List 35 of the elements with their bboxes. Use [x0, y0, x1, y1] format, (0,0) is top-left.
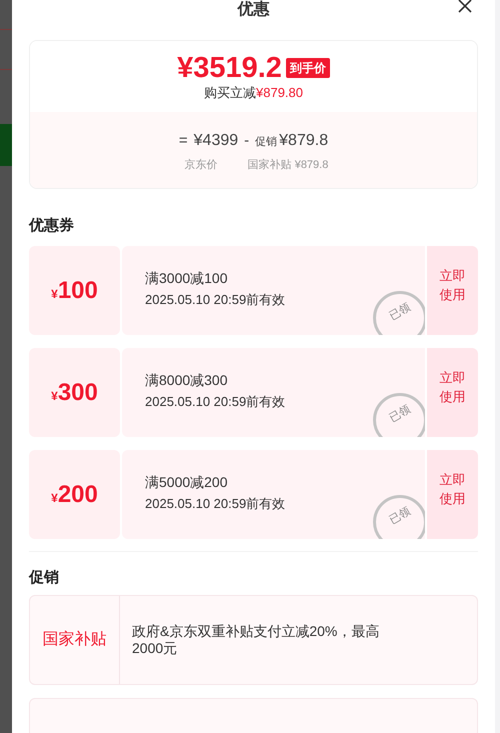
stamp-text: 已领: [386, 300, 414, 325]
use-now-button[interactable]: 立即使用: [427, 450, 478, 539]
math-symbol: -: [244, 131, 250, 151]
promotion-tag: 国家补贴: [42, 628, 106, 652]
sheet-title: 优惠: [238, 1, 270, 19]
section-title: 促销: [29, 568, 60, 588]
math-symbol: =: [178, 131, 188, 151]
coupon-validity: 2025.05.10 20:59前有效: [145, 291, 286, 309]
section-title: 优惠券: [29, 216, 75, 236]
use-now-button[interactable]: 立即使用: [427, 348, 478, 437]
currency-sign: ¥: [51, 490, 58, 506]
reduction-label: 购买立减: [204, 85, 256, 101]
price-caption: 京东价: [184, 158, 218, 173]
promotion-description: 政府&京东双重补贴支付立减20%，最高2000元: [132, 623, 380, 657]
coupon-validity: 2025.05.10 20:59前有效: [145, 495, 286, 513]
use-now-button[interactable]: 立即使用: [427, 246, 478, 335]
coupon-amount: 200: [58, 482, 98, 508]
close-icon: [457, 0, 473, 14]
final-price: ¥3519.2: [177, 53, 282, 83]
coupon-amount: 100: [58, 278, 98, 304]
coupon-condition: 满3000减100: [145, 269, 228, 287]
coupon-condition: 满8000减300: [145, 371, 228, 389]
stamp-text: 已领: [386, 402, 414, 427]
price-caption: 国家补贴 ¥879.8: [248, 158, 328, 173]
price-badge: 到手价: [286, 58, 330, 78]
price-amount: ¥879.8: [279, 131, 328, 151]
stamp-text: 已领: [386, 504, 414, 529]
reduction-amount: ¥879.80: [256, 85, 303, 101]
coupon-validity: 2025.05.10 20:59前有效: [145, 393, 286, 411]
currency-sign: ¥: [51, 286, 58, 302]
price-tag: 促销: [255, 134, 278, 150]
currency-sign: ¥: [51, 388, 58, 404]
price-amount: ¥4399: [194, 131, 238, 151]
coupon-amount: 300: [58, 380, 98, 406]
coupon-condition: 满5000减200: [145, 473, 228, 491]
